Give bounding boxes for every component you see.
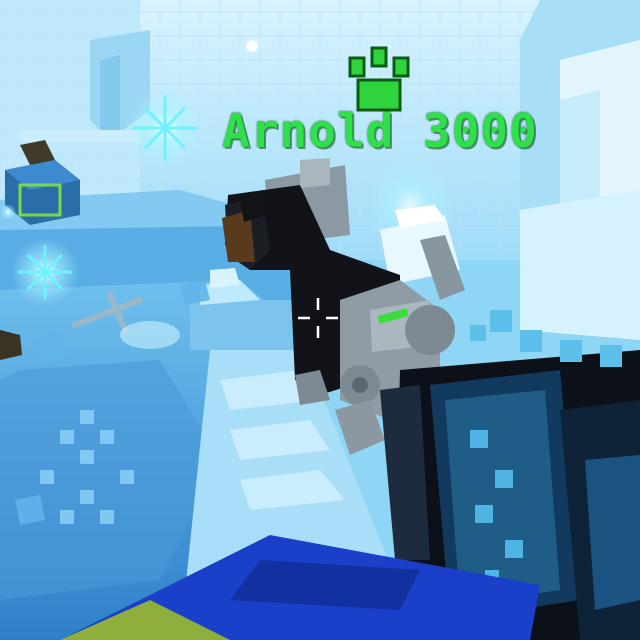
frost-rune (120, 321, 180, 349)
game-viewport[interactable] (0, 0, 640, 640)
